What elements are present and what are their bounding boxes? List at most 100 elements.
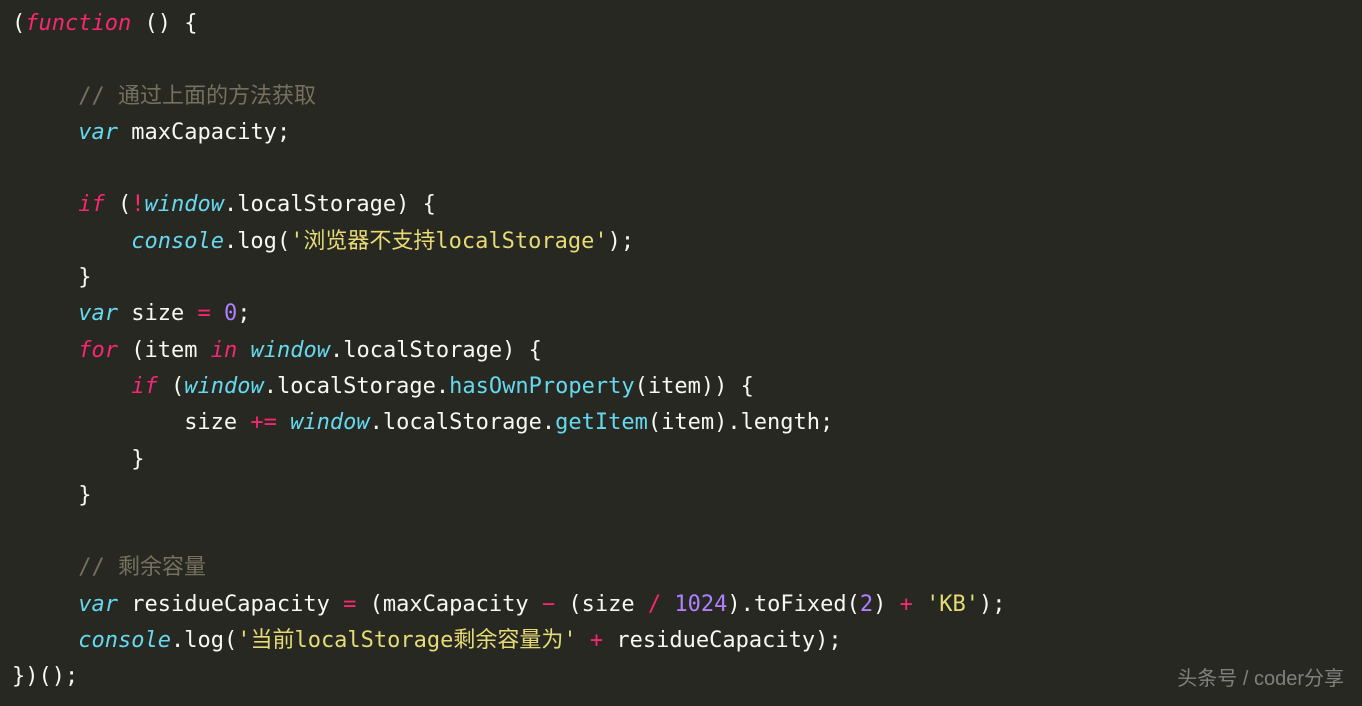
id-window: window: [184, 374, 263, 399]
method: getItem: [555, 410, 648, 435]
paren: ): [502, 338, 515, 363]
paren: (: [370, 592, 383, 617]
id: size: [131, 301, 184, 326]
dot: .: [224, 229, 237, 254]
num: 2: [860, 592, 873, 617]
dot: .: [370, 410, 383, 435]
kw-for: for: [78, 338, 118, 363]
paren: ): [979, 592, 992, 617]
dot: .: [727, 410, 740, 435]
id: log: [237, 229, 277, 254]
method: hasOwnProperty: [449, 374, 634, 399]
op-minus: −: [542, 592, 555, 617]
dot: .: [171, 628, 184, 653]
paren: ): [701, 374, 714, 399]
id-window: window: [290, 410, 369, 435]
paren: ): [158, 11, 171, 36]
kw-function: function: [25, 11, 131, 36]
paren: ): [873, 592, 886, 617]
comment: // 剩余容量: [78, 555, 206, 580]
op-not: !: [131, 192, 144, 217]
dot: .: [542, 410, 555, 435]
brace: }: [78, 265, 91, 290]
id: localStorage: [383, 410, 542, 435]
op-plus: +: [590, 628, 603, 653]
paren: ): [608, 229, 621, 254]
paren: ): [52, 664, 65, 689]
paren: (: [277, 229, 290, 254]
paren: (: [118, 192, 131, 217]
semi: ;: [992, 592, 1005, 617]
paren: (: [648, 410, 661, 435]
paren: (: [568, 592, 581, 617]
id: localStorage: [277, 374, 436, 399]
op-eq: =: [197, 301, 210, 326]
id-window: window: [250, 338, 329, 363]
string: '当前localStorage剩余容量为': [237, 628, 576, 653]
brace: {: [741, 374, 754, 399]
paren: (: [144, 11, 157, 36]
paren: ): [815, 628, 828, 653]
id: item: [661, 410, 714, 435]
id: size: [582, 592, 635, 617]
brace: }: [131, 447, 144, 472]
paren: ): [25, 664, 38, 689]
string: 'KB': [926, 592, 979, 617]
paren: ): [714, 374, 727, 399]
kw-var: var: [78, 301, 118, 326]
semi: ;: [621, 229, 634, 254]
paren: (: [39, 664, 52, 689]
brace: {: [184, 11, 197, 36]
brace: }: [12, 664, 25, 689]
string: '浏览器不支持localStorage': [290, 229, 607, 254]
paren: ): [727, 592, 740, 617]
paren: (: [224, 628, 237, 653]
semi: ;: [65, 664, 78, 689]
op-div: /: [648, 592, 661, 617]
dot: .: [741, 592, 754, 617]
id-console: console: [131, 229, 224, 254]
kw-var: var: [78, 592, 118, 617]
id: item: [144, 338, 197, 363]
id: localStorage: [343, 338, 502, 363]
op-peq: +=: [250, 410, 277, 435]
num: 0: [224, 301, 237, 326]
watermark-text: 头条号 / coder分享: [1177, 663, 1344, 696]
paren: (: [131, 338, 144, 363]
id: maxCapacity: [383, 592, 529, 617]
id: item: [648, 374, 701, 399]
id: toFixed: [754, 592, 847, 617]
id-console: console: [78, 628, 171, 653]
semi: ;: [237, 301, 250, 326]
kw-if: if: [78, 192, 105, 217]
paren: ): [714, 410, 727, 435]
semi: ;: [820, 410, 833, 435]
brace: }: [78, 483, 91, 508]
brace: {: [423, 192, 436, 217]
id: residueCapacity: [616, 628, 815, 653]
paren: (: [12, 11, 25, 36]
paren: (: [635, 374, 648, 399]
id-window: window: [144, 192, 223, 217]
paren: (: [171, 374, 184, 399]
id: residueCapacity: [131, 592, 330, 617]
dot: .: [436, 374, 449, 399]
dot: .: [330, 338, 343, 363]
kw-in: in: [211, 338, 238, 363]
op-eq: =: [343, 592, 356, 617]
id: length: [741, 410, 820, 435]
id: maxCapacity: [131, 120, 277, 145]
comment: // 通过上面的方法获取: [78, 84, 316, 109]
id: log: [184, 628, 224, 653]
id: localStorage: [237, 192, 396, 217]
id: size: [184, 410, 237, 435]
semi: ;: [828, 628, 841, 653]
semi: ;: [277, 120, 290, 145]
paren: ): [396, 192, 409, 217]
dot: .: [224, 192, 237, 217]
paren: (: [847, 592, 860, 617]
num: 1024: [674, 592, 727, 617]
kw-if: if: [131, 374, 158, 399]
op-plus: +: [900, 592, 913, 617]
kw-var: var: [78, 120, 118, 145]
